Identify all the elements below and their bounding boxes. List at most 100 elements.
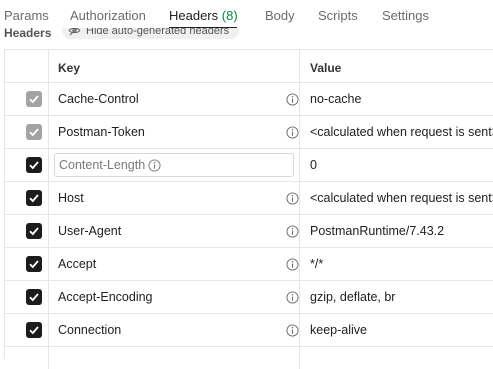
new-value-cell[interactable] xyxy=(300,347,493,369)
key-cell[interactable]: Cache-Control xyxy=(49,83,300,115)
key-column-header: Key xyxy=(49,50,300,82)
checkmark-icon xyxy=(29,128,39,137)
tab-scripts[interactable]: Scripts xyxy=(318,8,358,23)
checkmark-icon xyxy=(29,227,39,236)
header-value: gzip, deflate, br xyxy=(310,290,396,304)
row-checkbox[interactable] xyxy=(26,124,42,140)
value-cell[interactable]: <calculated when request is sent> xyxy=(300,116,493,148)
row-checkbox[interactable] xyxy=(26,223,42,239)
table-row: Connection keep-alive xyxy=(5,314,493,347)
checkmark-icon xyxy=(29,95,39,104)
info-icon[interactable] xyxy=(286,291,299,304)
checkmark-icon xyxy=(29,161,39,170)
key-input[interactable]: Content-Length xyxy=(54,153,294,177)
key-cell[interactable]: Postman-Token xyxy=(49,116,300,148)
checkmark-icon xyxy=(29,293,39,302)
header-key: Postman-Token xyxy=(58,125,145,139)
value-cell[interactable]: keep-alive xyxy=(300,314,493,346)
header-key: Host xyxy=(58,191,84,205)
key-header-label: Key xyxy=(58,61,81,75)
new-key-cell[interactable] xyxy=(49,347,300,369)
tab-params-label: Params xyxy=(4,8,49,23)
row-checkbox[interactable] xyxy=(26,91,42,107)
check-cell xyxy=(5,182,49,214)
key-cell[interactable]: User-Agent xyxy=(49,215,300,247)
check-cell xyxy=(5,281,49,313)
header-value: keep-alive xyxy=(310,323,367,337)
headers-subheader: Headers Hide auto-generated headers xyxy=(0,28,493,44)
checkmark-icon xyxy=(29,194,39,203)
tab-authorization-label: Authorization xyxy=(70,8,146,23)
check-cell xyxy=(5,248,49,280)
row-checkbox[interactable] xyxy=(26,256,42,272)
header-key: Accept-Encoding xyxy=(58,290,153,304)
tab-headers[interactable]: Headers (8) xyxy=(169,8,238,23)
check-cell xyxy=(5,314,49,346)
header-value: 0 xyxy=(310,158,317,172)
header-value: <calculated when request is sent> xyxy=(310,191,493,205)
row-checkbox[interactable] xyxy=(26,157,42,173)
info-icon[interactable] xyxy=(286,324,299,337)
value-cell[interactable]: */* xyxy=(300,248,493,280)
tab-headers-count: (8) xyxy=(221,8,238,23)
check-cell xyxy=(5,116,49,148)
value-cell[interactable]: no-cache xyxy=(300,83,493,115)
headers-section-title: Headers xyxy=(4,28,52,40)
value-cell[interactable]: <calculated when request is sent> xyxy=(300,182,493,214)
value-cell[interactable]: PostmanRuntime/7.43.2 xyxy=(300,215,493,247)
info-icon[interactable] xyxy=(286,126,299,139)
select-column-header xyxy=(5,50,49,82)
key-cell[interactable]: Accept xyxy=(49,248,300,280)
tab-params[interactable]: Params xyxy=(4,8,49,23)
table-row: Accept */* xyxy=(5,248,493,281)
tab-body[interactable]: Body xyxy=(265,8,295,23)
checkmark-icon xyxy=(29,260,39,269)
header-key: Accept xyxy=(58,257,97,271)
table-row: User-Agent PostmanRuntime/7.43.2 xyxy=(5,215,493,248)
key-cell[interactable]: Accept-Encoding xyxy=(49,281,300,313)
row-checkbox[interactable] xyxy=(26,289,42,305)
tab-headers-label: Headers xyxy=(169,8,219,23)
info-icon[interactable] xyxy=(148,159,161,172)
tab-body-label: Body xyxy=(265,8,295,23)
table-row: Host <calculated when request is sent> xyxy=(5,182,493,215)
row-checkbox[interactable] xyxy=(26,190,42,206)
info-icon[interactable] xyxy=(286,225,299,238)
key-cell[interactable]: Connection xyxy=(49,314,300,346)
header-key: Cache-Control xyxy=(58,92,139,106)
header-value: <calculated when request is sent> xyxy=(310,125,493,139)
table-row: Accept-Encoding gzip, deflate, br xyxy=(5,281,493,314)
key-cell[interactable]: Host xyxy=(49,182,300,214)
check-cell xyxy=(5,215,49,247)
header-key: Content-Length xyxy=(59,158,146,172)
hide-auto-generated-label: Hide auto-generated headers xyxy=(86,28,230,37)
value-cell[interactable]: gzip, deflate, br xyxy=(300,281,493,313)
tab-settings[interactable]: Settings xyxy=(382,8,429,23)
check-cell xyxy=(5,149,49,181)
info-icon[interactable] xyxy=(286,192,299,205)
table-row: Postman-Token <calculated when request i… xyxy=(5,116,493,149)
eye-off-icon xyxy=(68,28,81,36)
value-column-header: Value xyxy=(300,50,493,82)
new-header-row xyxy=(5,347,493,369)
key-cell: Content-Length xyxy=(49,149,300,181)
header-key: User-Agent xyxy=(58,224,122,238)
table-row: Content-Length 0 xyxy=(5,149,493,182)
hide-auto-generated-button[interactable]: Hide auto-generated headers xyxy=(62,28,240,39)
value-cell[interactable]: 0 xyxy=(300,149,493,181)
check-cell xyxy=(5,347,49,369)
info-icon[interactable] xyxy=(286,93,299,106)
header-value: */* xyxy=(310,257,324,271)
header-value: PostmanRuntime/7.43.2 xyxy=(310,224,445,238)
table-header-row: Key Value xyxy=(5,50,493,83)
checkmark-icon xyxy=(29,326,39,335)
headers-table: Key Value Cache-Control no-cache Postman… xyxy=(4,49,493,369)
header-value: no-cache xyxy=(310,92,362,106)
request-tabs: Params Authorization Headers (8) Body Sc… xyxy=(0,0,493,30)
tab-scripts-label: Scripts xyxy=(318,8,358,23)
check-cell xyxy=(5,83,49,115)
tab-authorization[interactable]: Authorization xyxy=(70,8,146,23)
row-checkbox[interactable] xyxy=(26,322,42,338)
info-icon[interactable] xyxy=(286,258,299,271)
table-row: Cache-Control no-cache xyxy=(5,83,493,116)
